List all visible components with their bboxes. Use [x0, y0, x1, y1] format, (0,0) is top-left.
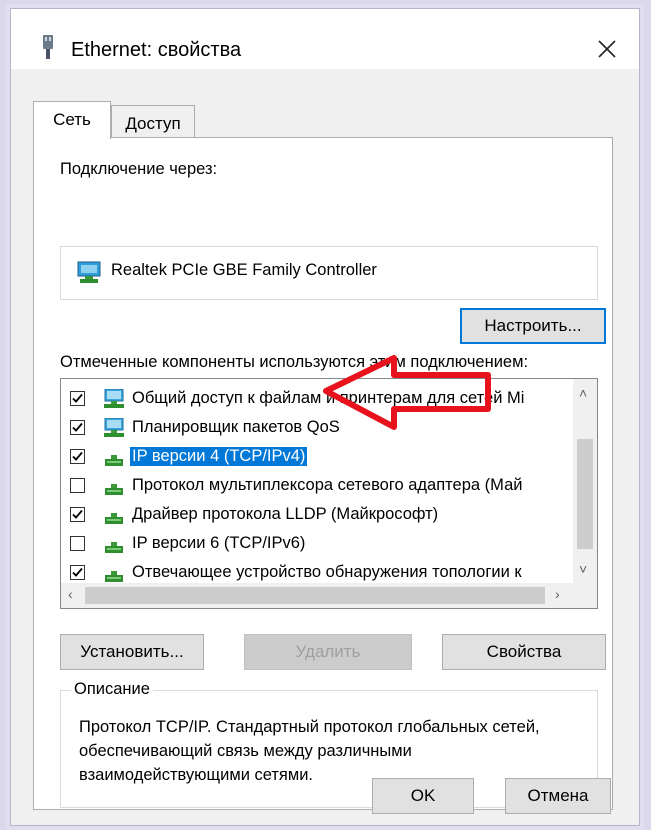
- configure-button[interactable]: Настроить...: [460, 308, 606, 344]
- protocol-icon: [105, 455, 123, 466]
- component-checkbox[interactable]: [70, 565, 85, 580]
- title-bar[interactable]: Ethernet: свойства: [11, 9, 639, 69]
- cancel-button[interactable]: Отмена: [505, 778, 611, 814]
- list-item[interactable]: IP версии 6 (TCP/IPv6): [61, 530, 573, 559]
- tab-network[interactable]: Сеть: [33, 101, 111, 139]
- network-tab-panel: Подключение через: Realtek PCIe GBE Fami…: [33, 137, 613, 810]
- component-label-selected: IP версии 4 (TCP/IPv4): [130, 447, 308, 466]
- component-checkbox[interactable]: [70, 507, 85, 522]
- check-icon: [72, 451, 83, 461]
- component-checkbox[interactable]: [70, 536, 85, 551]
- protocol-icon: [105, 571, 123, 582]
- scroll-corner: [573, 583, 597, 608]
- description-text: Протокол TCP/IP. Стандартный протокол гл…: [79, 718, 540, 784]
- protocol-icon: [105, 484, 123, 495]
- install-button[interactable]: Установить...: [60, 634, 204, 670]
- list-item[interactable]: Протокол мультиплексора сетевого адаптер…: [61, 472, 573, 501]
- tab-sharing[interactable]: Доступ: [111, 105, 195, 139]
- horizontal-scrollbar[interactable]: ‹ ›: [61, 583, 597, 608]
- adapter-box: Realtek PCIe GBE Family Controller: [60, 246, 598, 300]
- network-service-icon: [104, 418, 124, 437]
- horizontal-scroll-thumb[interactable]: [85, 587, 545, 604]
- component-checkbox[interactable]: [70, 449, 85, 464]
- protocol-icon: [105, 542, 123, 553]
- close-icon: [598, 40, 616, 58]
- remove-button[interactable]: Удалить: [244, 634, 412, 670]
- component-checkbox[interactable]: [70, 391, 85, 406]
- protocol-icon: [105, 513, 123, 524]
- scroll-down-icon[interactable]: ˅: [579, 561, 587, 577]
- properties-button[interactable]: Свойства: [442, 634, 606, 670]
- adapter-name: Realtek PCIe GBE Family Controller: [111, 261, 377, 279]
- annotation-arrow-icon: [323, 355, 491, 430]
- component-label: Протокол мультиплексора сетевого адаптер…: [132, 476, 523, 494]
- component-label: Отвечающее устройство обнаружения тополо…: [132, 563, 522, 581]
- component-label: Драйвер протокола LLDP (Майкрософт): [132, 505, 439, 523]
- close-button[interactable]: [587, 31, 627, 67]
- network-service-icon: [104, 389, 124, 408]
- list-item[interactable]: Общий доступ к файлам и принтерам для се…: [61, 385, 573, 414]
- list-item[interactable]: IP версии 4 (TCP/IPv4): [61, 443, 573, 472]
- scroll-right-icon[interactable]: ›: [555, 586, 560, 602]
- vertical-scrollbar[interactable]: ˄ ˅: [573, 379, 597, 583]
- check-icon: [72, 567, 83, 577]
- window-title: Ethernet: свойства: [71, 39, 242, 61]
- check-icon: [72, 393, 83, 403]
- ethernet-plug-icon: [43, 35, 53, 59]
- list-item[interactable]: Планировщик пакетов QoS: [61, 414, 573, 443]
- vertical-scroll-thumb[interactable]: [577, 439, 593, 549]
- component-label: Планировщик пакетов QoS: [132, 418, 340, 436]
- list-item[interactable]: Драйвер протокола LLDP (Майкрософт): [61, 501, 573, 530]
- ok-button[interactable]: OK: [372, 778, 474, 814]
- component-checkbox[interactable]: [70, 478, 85, 493]
- dialog-body: Сеть Доступ Подключение через: Realtek P…: [11, 69, 639, 825]
- component-checkbox[interactable]: [70, 420, 85, 435]
- description-label: Описание: [71, 680, 153, 699]
- network-adapter-icon: [77, 261, 101, 283]
- component-label: IP версии 6 (TCP/IPv6): [132, 534, 306, 552]
- scroll-up-icon[interactable]: ˄: [579, 385, 587, 401]
- connect-using-label: Подключение через:: [60, 160, 218, 178]
- scroll-left-icon[interactable]: ‹: [68, 586, 73, 602]
- check-icon: [72, 509, 83, 519]
- check-icon: [72, 422, 83, 432]
